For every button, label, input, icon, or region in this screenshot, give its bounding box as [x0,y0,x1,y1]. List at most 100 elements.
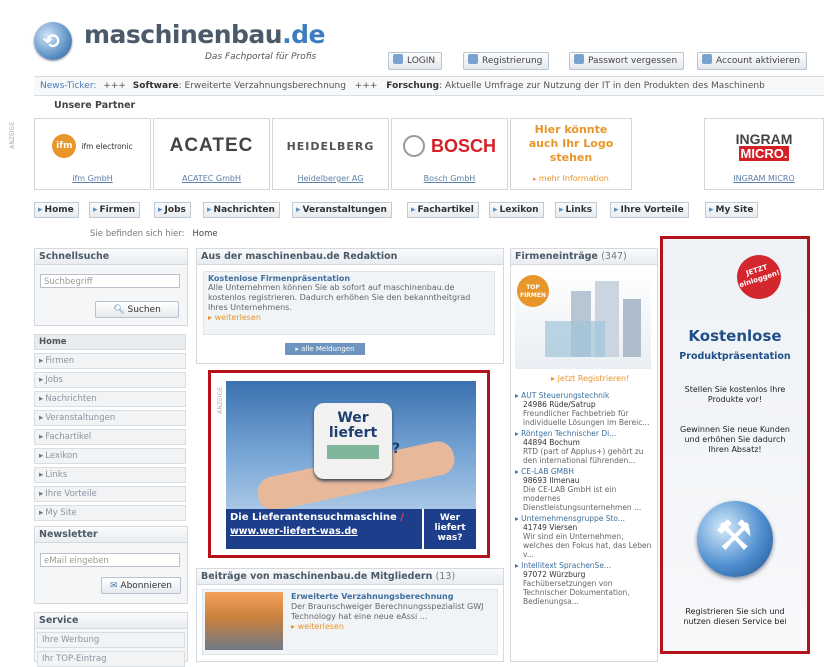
register-button[interactable]: Registrierung [463,52,550,70]
partner-ifm[interactable]: ifm ifm electronic ifm GmbH [34,118,151,190]
redaktion-box: Aus der maschinenbau.de Redaktion Kosten… [196,248,504,364]
top-badge: TOP FIRMEN [517,275,549,307]
sidebar-item-ihre-vorteile[interactable]: ▸ Ihre Vorteile [34,486,186,502]
pencil-icon [468,54,478,64]
nav-home[interactable]: ▸ Home [34,202,79,218]
ticker-separator: +++ [103,81,126,91]
partner-link[interactable]: Heidelberger AG [298,174,364,183]
list-item[interactable]: ▸ Unternehmensgruppe Sto... 41749 Viersen… [515,514,653,559]
forgot-password-label: Passwort vergessen [588,56,678,66]
read-more-link[interactable]: weiterlesen [298,622,344,631]
login-button[interactable]: LOGIN [388,52,443,70]
partner-link[interactable]: Bosch GmbH [424,174,476,183]
nav-jobs[interactable]: ▸ Jobs [154,202,191,218]
list-item[interactable]: ▸ Röntgen Technischer Di... 44894 Bochum R… [515,429,653,465]
nav-firmen[interactable]: ▸ Firmen [89,202,141,218]
all-news-button[interactable]: ▸ alle Meldungen [285,343,365,355]
partner-link[interactable]: INGRAM MICRO [733,174,794,183]
sidebar-item-home[interactable]: Home [34,334,186,350]
article-thumbnail[interactable] [205,592,283,650]
ad-card: Wer liefert [314,403,392,479]
nav-ihre-vorteile[interactable]: ▸ Ihre Vorteile [610,202,689,218]
members-title: Beiträge von maschinenbau.de Mitgliedern… [197,569,503,585]
top-companies-image[interactable]: TOP FIRMEN [515,269,651,369]
partner-ingram[interactable]: INGRAM MICRO. INGRAM MICRO [704,118,824,190]
nav-lexikon[interactable]: ▸ Lexikon [489,202,544,218]
search-input[interactable]: Suchbegriff [40,274,180,288]
ad-text: Registrieren Sie sich und nutzen diesen … [683,607,787,626]
sidebar-item-my-site[interactable]: ▸ My Site [34,505,186,521]
ad-text: Stellen Sie kostenlos Ihre Produkte vor! [684,385,786,404]
companies-title: Firmeneinträge (347) [511,249,657,265]
forgot-password-button[interactable]: Passwort vergessen [569,52,685,70]
partner-link[interactable]: ifm GmbH [72,174,112,183]
logo-icon[interactable]: ⟲ [34,22,72,60]
email-input[interactable]: eMail eingeben [40,553,180,567]
nav-nachrichten[interactable]: ▸ Nachrichten [203,202,280,218]
nav-my-site[interactable]: ▸ My Site [705,202,759,218]
site-logo-text[interactable]: maschinenbau.de [84,20,325,49]
sidebar-item-firmen[interactable]: ▸ Firmen [34,353,186,369]
sidebar-item-nachrichten[interactable]: ▸ Nachrichten [34,391,186,407]
search-icon: 🔍︎ [113,305,128,315]
company-list: ▸ AUT Steuerungstechnik 24986 Rüde/Satrup… [515,391,653,608]
wer-liefert-was-ad[interactable]: ANZEIGE Wer liefert ? Die Lieferantensuc… [208,370,490,558]
partner-acatec[interactable]: ACATEC ACATEC GmbH [153,118,270,190]
envelope-icon: ✉ [110,581,121,591]
breadcrumb-current[interactable]: Home [193,229,218,239]
list-item[interactable]: ▸ AUT Steuerungstechnik 24986 Rüde/Satrup… [515,391,653,427]
list-item[interactable]: ▸ Intellitext SprachenSe... 97072 Würzbur… [515,561,653,606]
partner-bosch[interactable]: BOSCH Bosch GmbH [391,118,508,190]
subscribe-button[interactable]: ✉ Abonnieren [101,577,181,594]
list-item[interactable]: ▸ CE-LAB GMBH 98693 Ilmenau Die CE-LAB Gmb… [515,467,653,512]
ticker-item-text[interactable]: : Erweiterte Verzahnungsberechnung [179,81,346,91]
ad-url[interactable]: www.wer-liefert-was.de [230,526,418,537]
wrench-logo-icon: ⚒︎ [697,501,773,577]
ad-text: Gewinnen Sie neue Kunden und erhöhen Sie… [680,425,790,454]
logo-tld-text: .de [282,20,325,49]
nav-fachartikel[interactable]: ▸ Fachartikel [407,202,479,218]
wlw-logo: Wer liefert was? [424,509,476,549]
service-item-top-eintrag[interactable]: Ihr TOP-Eintrag [37,651,185,667]
quick-search-box: Schnellsuche Suchbegriff 🔍︎ Suchen [34,248,188,326]
ad-subtitle: Produktpräsentation [679,351,791,362]
read-more-link[interactable]: weiterlesen [215,313,261,322]
sidebar-item-fachartikel[interactable]: ▸ Fachartikel [34,429,186,445]
service-title: Service [35,613,187,629]
partner-your-logo[interactable]: Hier könnte auch Ihr Logo stehen ▸ mehr … [510,118,632,190]
sidebar-item-lexikon[interactable]: ▸ Lexikon [34,448,186,464]
login-icon [393,54,403,64]
ticker-separator: +++ [354,81,378,91]
nav-veranstaltungen[interactable]: ▸ Veranstaltungen [292,202,392,218]
login-now-badge[interactable]: JETZT einloggen! [731,249,787,305]
ad-caption: Die Lieferantensuchmaschine / www.wer-li… [226,509,422,549]
article-title[interactable]: Erweiterte Verzahnungsberechnung [291,592,491,602]
search-button[interactable]: 🔍︎ Suchen [95,301,179,318]
news-ticker[interactable]: News-Ticker: +++ Software: Erweiterte Ve… [34,76,824,96]
ticker-item-title[interactable]: Software [133,81,179,91]
partner-link[interactable]: ACATEC GmbH [182,174,241,183]
nav-links[interactable]: ▸ Links [555,202,598,218]
ad-title: Kostenlose [688,327,782,345]
sidebar-item-veranstaltungen[interactable]: ▸ Veranstaltungen [34,410,186,426]
article-text: Alle Unternehmen können Sie ab sofort au… [208,283,471,312]
product-presentation-ad[interactable]: JETZT einloggen! Kostenlose Produktpräse… [660,236,810,654]
sidebar-item-links[interactable]: ▸ Links [34,467,186,483]
partner-heidelberg[interactable]: HEIDELBERG Heidelberger AG [272,118,389,190]
more-info-link[interactable]: mehr Information [539,174,609,183]
login-label: LOGIN [407,56,436,66]
register-now-link[interactable]: Jetzt Registrieren! [558,374,630,383]
heidelberg-logo: HEIDELBERG [286,139,375,153]
sidebar-menu: Home ▸ Firmen ▸ Jobs ▸ Nachrichten ▸ Veranst… [34,334,186,524]
article-title[interactable]: Kostenlose Firmenpräsentation [208,274,490,283]
ifm-logo: ifm ifm electronic [35,127,150,165]
key-icon [574,54,584,64]
redaktion-title: Aus der maschinenbau.de Redaktion [197,249,503,265]
ticker-item-text[interactable]: : Aktuelle Umfrage zur Nutzung der IT in… [439,81,765,91]
members-box: Beiträge von maschinenbau.de Mitgliedern… [196,568,504,662]
ticker-item-title[interactable]: Forschung [386,81,439,91]
service-item-werbung[interactable]: Ihre Werbung [37,632,185,648]
sidebar-item-jobs[interactable]: ▸ Jobs [34,372,186,388]
activate-account-button[interactable]: Account aktivieren [697,52,808,70]
ad-label: ANZEIGE [9,122,16,149]
